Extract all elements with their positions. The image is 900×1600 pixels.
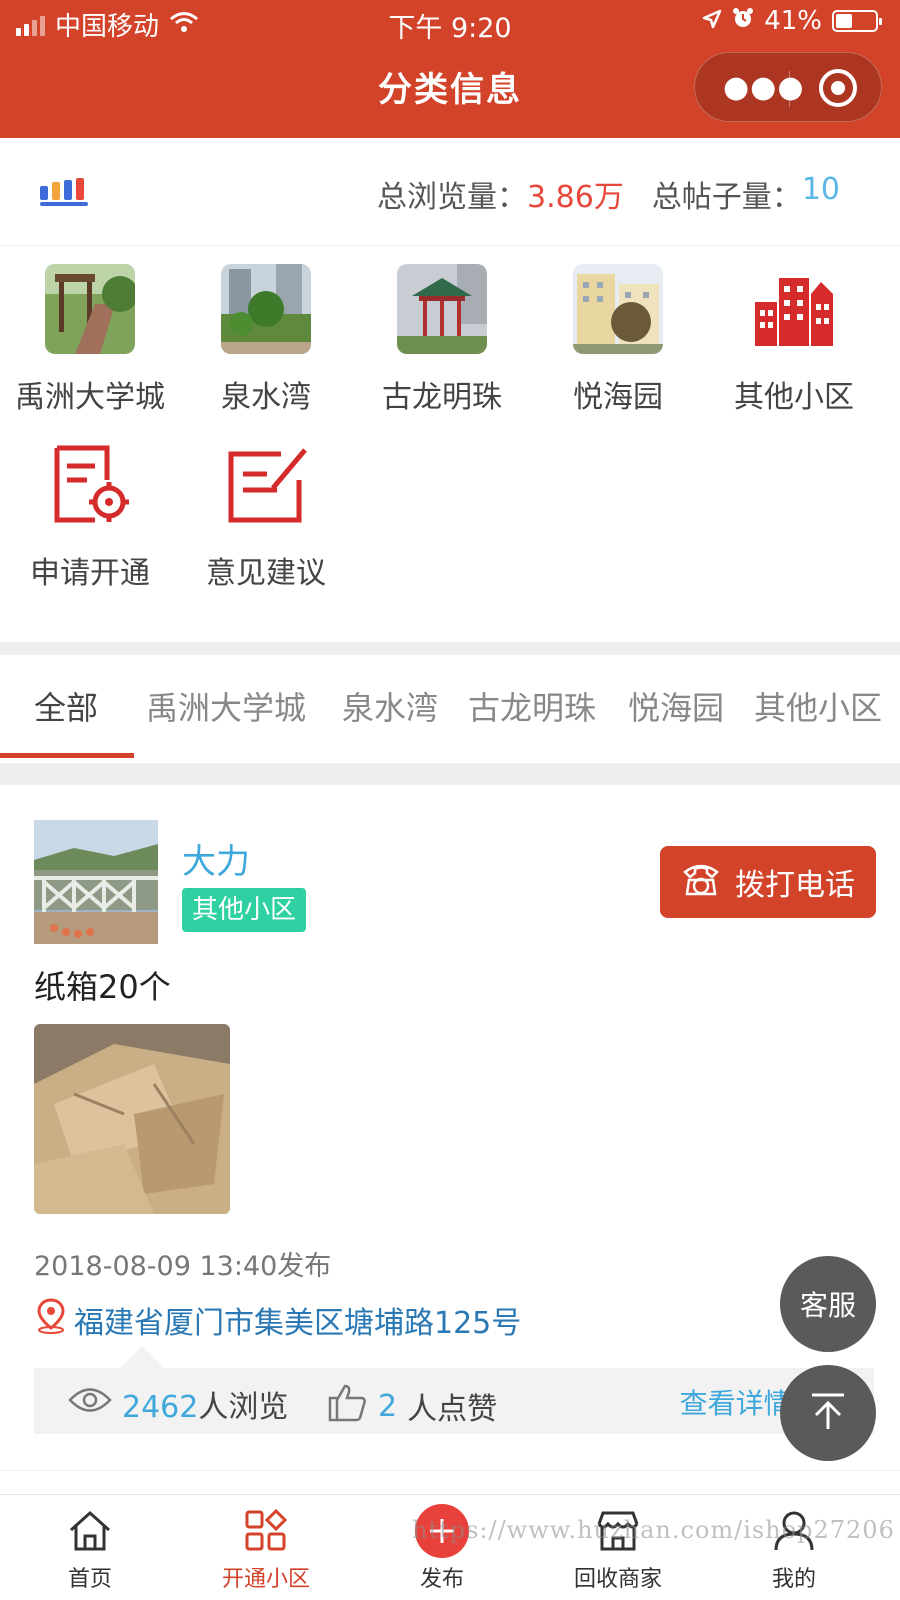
likes-count: 2 [378,1388,398,1424]
category-quanshuiwan[interactable]: 泉水湾 [176,248,356,416]
watermark: https://www.huzhan.com/ishop27206 [412,1516,895,1544]
category-label: 悦海园 [573,380,663,415]
arrow-up-icon [806,1389,850,1437]
battery-icon [832,10,882,32]
post-content: 纸箱20个 [34,968,171,1006]
alarm-icon [732,6,754,36]
filter-tabs: 全部 禹洲大学城 泉水湾 古龙明珠 悦海园 其他小区 [0,655,900,763]
tab-gulong[interactable]: 古龙明珠 [468,683,596,729]
category-yuzhou[interactable]: 禹洲大学城 [0,248,180,416]
tab-label: 开通小区 [221,1567,310,1592]
category-label: 泉水湾 [221,380,311,415]
post-timestamp: 2018-08-09 13:40发布 [34,1251,332,1282]
section-divider [0,642,900,655]
likes-unit: 人点赞 [407,1392,498,1427]
tab-label: 我的 [771,1567,816,1592]
avatar[interactable] [34,820,158,944]
document-settings-icon [45,440,135,530]
tab-quanshuiwan[interactable]: 泉水湾 [342,683,438,729]
category-others[interactable]: 其他小区 [704,248,884,416]
posts-label: 总帖子量： [651,180,802,215]
app-header: 中国移动 下午 9:20 41% 分类信息 ●●● [0,0,900,138]
tab-label: 首页 [67,1567,112,1592]
edit-note-icon [221,440,311,530]
location-arrow-icon [702,6,722,36]
likes-stat[interactable]: 2 人点赞 [326,1382,497,1430]
location-text: 福建省厦门市集美区塘埔路125号 [74,1306,522,1341]
post-card: 大力 其他小区 拨打电话 纸箱20个 2018-08-09 13:40发布 福建… [0,786,900,1466]
views-count: 2462 [122,1390,199,1425]
post-location[interactable]: 福建省厦门市集美区塘埔路125号 [34,1298,521,1342]
tab-yuzhou[interactable]: 禹洲大学城 [146,683,306,729]
posts-value: 10 [801,172,840,207]
category-gulong[interactable]: 古龙明珠 [352,248,532,416]
call-button[interactable]: 拨打电话 [660,846,876,918]
tab-open-community[interactable]: 开通小区 [176,1503,356,1593]
capsule-divider [789,71,790,107]
tab-yuehaiyuan[interactable]: 悦海园 [628,683,724,729]
tab-label: 发布 [419,1567,464,1592]
buildings-icon [749,264,839,354]
back-to-top-button[interactable] [780,1365,876,1461]
target-icon[interactable] [819,69,857,107]
views-label: 总浏览量： [377,180,528,215]
tab-home[interactable]: 首页 [0,1503,180,1593]
phone-icon [681,858,721,906]
category-feedback[interactable]: 意见建议 [176,424,356,592]
section-divider [0,763,900,785]
category-label: 古龙明珠 [382,380,502,415]
category-label: 意见建议 [206,556,326,591]
eye-icon [68,1385,112,1423]
residential-park-photo [221,264,311,354]
category-grid: 禹洲大学城 泉水湾 古龙明珠 悦海园 其他小区 申请开通 意见建议 [0,248,900,642]
tab-label: 回收商家 [573,1567,662,1592]
customer-service-button[interactable]: 客服 [780,1256,876,1352]
thumbs-up-icon [326,1382,368,1430]
apartment-building-photo [573,264,663,354]
stats-bar: 总浏览量： 3.86万 总帖子量： 10 [0,138,900,246]
community-badge: 其他小区 [182,888,307,932]
category-yuehaiyuan[interactable]: 悦海园 [528,248,708,416]
status-bar: 中国移动 下午 9:20 41% [0,0,900,46]
bar-chart-icon [40,178,88,206]
post-username[interactable]: 大力 [182,834,250,883]
home-icon [0,1503,180,1559]
tab-all[interactable]: 全部 [34,683,98,729]
category-apply[interactable]: 申请开通 [0,424,180,592]
mini-program-capsule: ●●● [694,52,882,122]
bottom-tab-bar: 首页 开通小区 发布 回收商家 我的 [0,1494,900,1600]
views-unit: 人浏览 [198,1390,289,1425]
post-divider [0,1470,900,1471]
battery-percent: 41% [764,6,822,36]
post-stat-bar: 2462人浏览 2 人点赞 查看详情 > [34,1346,874,1434]
views-value: 3.86万 [527,180,624,215]
map-pin-icon [34,1298,68,1342]
more-dots-icon[interactable]: ●●● [723,73,805,103]
grid-icon [176,1503,356,1559]
active-tab-indicator [0,753,134,758]
category-label: 禹洲大学城 [15,380,165,415]
pavilion-photo [397,264,487,354]
views-stat: 2462人浏览 [68,1382,288,1426]
garden-walkway-photo [45,264,135,354]
category-label: 申请开通 [30,556,150,591]
tab-others[interactable]: 其他小区 [754,683,882,729]
category-label: 其他小区 [734,380,854,415]
call-button-label: 拨打电话 [735,868,855,903]
post-image[interactable] [34,1024,230,1214]
